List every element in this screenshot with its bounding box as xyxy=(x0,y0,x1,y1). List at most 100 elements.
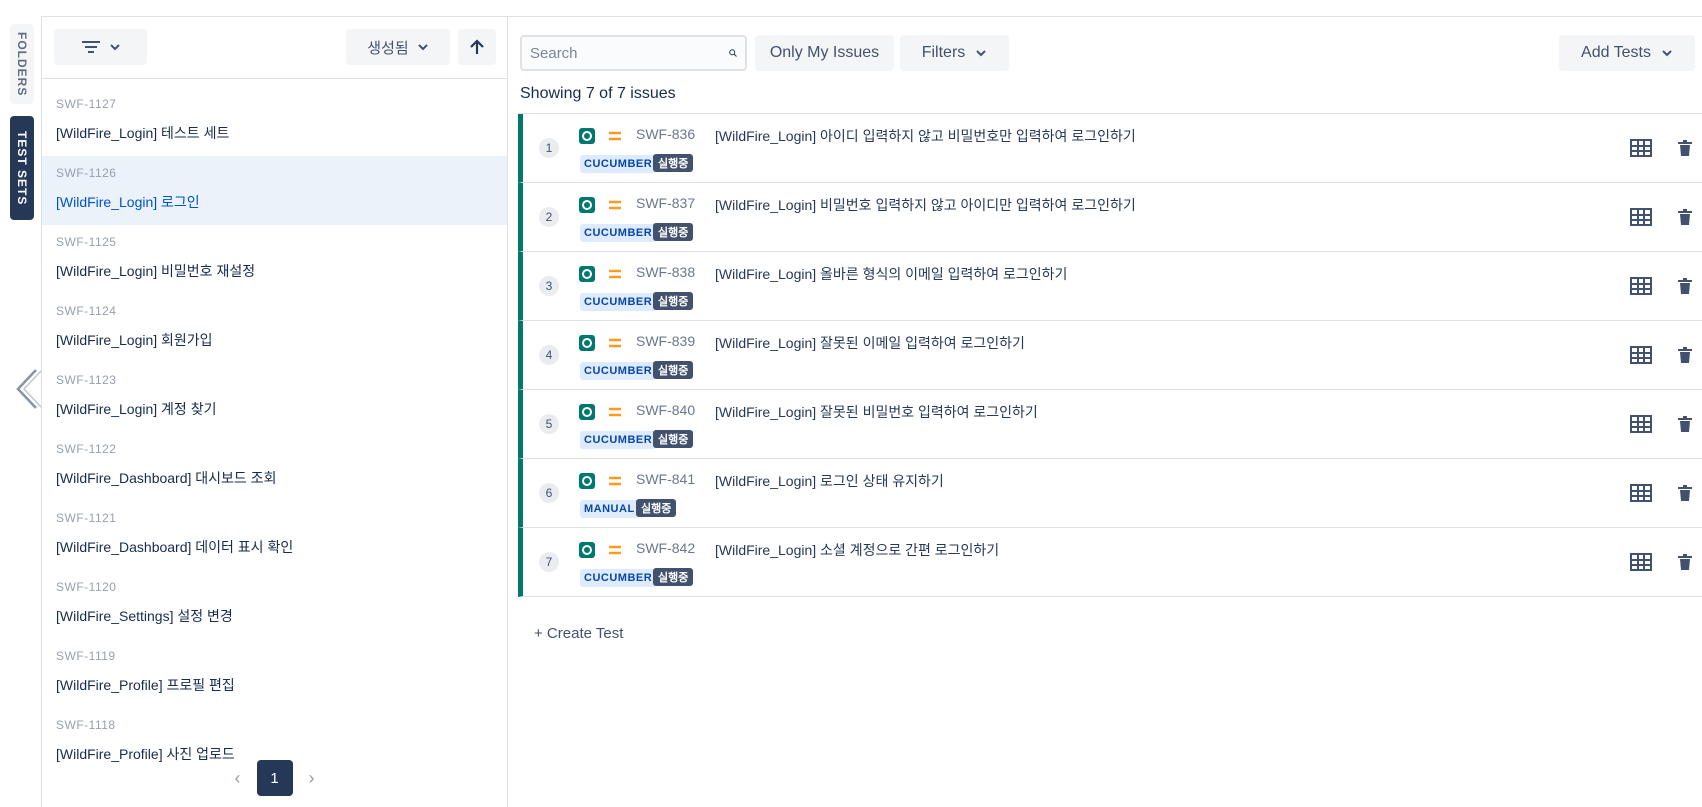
tab-folders[interactable]: FOLDERS xyxy=(10,24,34,104)
test-row[interactable]: 5 SWF-840 [WildFire_Login] 잘못된 비밀번호 입력하여… xyxy=(518,390,1702,459)
table-icon[interactable] xyxy=(1629,205,1653,229)
table-icon[interactable] xyxy=(1629,136,1653,160)
test-set-key: SWF-1119 xyxy=(56,649,116,663)
sort-dropdown[interactable]: 생성됨 xyxy=(346,29,450,65)
test-set-title: [WildFire_Settings] 설정 변경 xyxy=(56,608,233,624)
search-input[interactable] xyxy=(530,44,729,62)
table-icon[interactable] xyxy=(1629,550,1653,574)
side-rail: FOLDERS TEST SETS xyxy=(0,0,44,807)
rank-badge: 2 xyxy=(539,207,559,227)
test-set-item-selected[interactable]: SWF-1126 [WildFire_Login] 로그인 xyxy=(42,156,507,225)
test-set-key: SWF-1123 xyxy=(56,373,117,387)
issue-summary[interactable]: [WildFire_Login] 잘못된 비밀번호 입력하여 로그인하기 xyxy=(715,402,1038,422)
page-button-current[interactable]: 1 xyxy=(256,760,293,796)
prev-page-icon[interactable]: ‹ xyxy=(235,768,241,789)
status-badge: 실행중 xyxy=(653,292,694,310)
issue-key-link[interactable]: SWF-840 xyxy=(636,402,695,418)
table-icon[interactable] xyxy=(1629,412,1653,436)
issue-key-link[interactable]: SWF-838 xyxy=(636,264,695,280)
only-my-issues-button[interactable]: Only My Issues xyxy=(755,35,894,71)
issue-summary[interactable]: [WildFire_Login] 로그인 상태 유지하기 xyxy=(715,471,944,491)
issue-summary[interactable]: [WildFire_Login] 올바른 형식의 이메일 입력하여 로그인하기 xyxy=(715,264,1067,284)
test-set-title: [WildFire_Dashboard] 대시보드 조회 xyxy=(56,470,277,486)
test-row[interactable]: 3 SWF-838 [WildFire_Login] 올바른 형식의 이메일 입… xyxy=(518,252,1702,321)
status-badge: 실행중 xyxy=(653,568,694,586)
issue-summary[interactable]: [WildFire_Login] 아이디 입력하지 않고 비밀번호만 입력하여 … xyxy=(715,126,1136,146)
status-badge: 실행중 xyxy=(653,154,694,172)
status-badge: 실행중 xyxy=(653,223,694,241)
create-test-button[interactable]: + Create Test xyxy=(534,625,623,642)
test-set-item[interactable]: SWF-1120 [WildFire_Settings] 설정 변경 xyxy=(42,570,507,639)
trash-icon[interactable] xyxy=(1673,343,1697,367)
test-set-item[interactable]: SWF-1127 [WildFire_Login] 테스트 세트 xyxy=(42,87,507,156)
priority-medium-icon xyxy=(609,200,621,210)
issue-key-link[interactable]: SWF-839 xyxy=(636,333,695,349)
search-field[interactable] xyxy=(520,35,747,71)
chevron-down-icon xyxy=(109,44,120,51)
table-icon[interactable] xyxy=(1629,343,1653,367)
test-set-title: [WildFire_Login] 회원가입 xyxy=(56,332,213,348)
trash-icon[interactable] xyxy=(1673,550,1697,574)
issue-summary[interactable]: [WildFire_Login] 소셜 계정으로 간편 로그인하기 xyxy=(715,540,999,560)
priority-medium-icon xyxy=(609,131,621,141)
test-row[interactable]: 4 SWF-839 [WildFire_Login] 잘못된 이메일 입력하여 … xyxy=(518,321,1702,390)
test-row[interactable]: 2 SWF-837 [WildFire_Login] 비밀번호 입력하지 않고 … xyxy=(518,183,1702,252)
test-type-icon xyxy=(579,542,595,558)
test-set-key: SWF-1127 xyxy=(56,97,117,111)
status-badge: 실행중 xyxy=(653,361,694,379)
test-row[interactable]: 1 SWF-836 [WildFire_Login] 아이디 입력하지 않고 비… xyxy=(518,114,1702,183)
test-type-badge: CUCUMBER xyxy=(580,293,657,311)
test-row[interactable]: 6 SWF-841 [WildFire_Login] 로그인 상태 유지하기 M… xyxy=(518,459,1702,528)
filters-dropdown[interactable]: Filters xyxy=(900,35,1009,71)
test-type-badge: CUCUMBER xyxy=(580,362,657,380)
test-row[interactable]: 7 SWF-842 [WildFire_Login] 소셜 계정으로 간편 로그… xyxy=(518,528,1702,597)
trash-icon[interactable] xyxy=(1673,136,1697,160)
test-set-key: SWF-1121 xyxy=(56,511,117,525)
test-set-item[interactable]: SWF-1123 [WildFire_Login] 계정 찾기 xyxy=(42,363,507,432)
test-type-icon xyxy=(579,128,595,144)
test-type-badge: CUCUMBER xyxy=(580,431,657,449)
issue-summary[interactable]: [WildFire_Login] 잘못된 이메일 입력하여 로그인하기 xyxy=(715,333,1025,353)
tab-test-sets[interactable]: TEST SETS xyxy=(10,116,34,220)
test-type-badge: CUCUMBER xyxy=(580,569,657,587)
issue-key-link[interactable]: SWF-837 xyxy=(636,195,695,211)
test-set-key: SWF-1124 xyxy=(56,304,117,318)
filter-icon xyxy=(81,41,100,53)
filter-button[interactable] xyxy=(54,29,147,65)
trash-icon[interactable] xyxy=(1673,274,1697,298)
test-set-item[interactable]: SWF-1124 [WildFire_Login] 회원가입 xyxy=(42,294,507,363)
test-type-badge: CUCUMBER xyxy=(580,224,657,242)
add-tests-dropdown[interactable]: Add Tests xyxy=(1559,35,1695,71)
rank-badge: 3 xyxy=(539,276,559,296)
test-set-title: [WildFire_Login] 계정 찾기 xyxy=(56,401,217,417)
test-set-item[interactable]: SWF-1122 [WildFire_Dashboard] 대시보드 조회 xyxy=(42,432,507,501)
test-set-list: SWF-1127 [WildFire_Login] 테스트 세트 SWF-1126… xyxy=(42,87,507,777)
test-type-icon xyxy=(579,473,595,489)
trash-icon[interactable] xyxy=(1673,205,1697,229)
table-icon[interactable] xyxy=(1629,481,1653,505)
trash-icon[interactable] xyxy=(1673,481,1697,505)
test-set-item[interactable]: SWF-1121 [WildFire_Dashboard] 데이터 표시 확인 xyxy=(42,501,507,570)
test-type-icon xyxy=(579,404,595,420)
rank-badge: 5 xyxy=(539,414,559,434)
issue-key-link[interactable]: SWF-842 xyxy=(636,540,695,556)
trash-icon[interactable] xyxy=(1673,412,1697,436)
search-icon[interactable] xyxy=(729,45,737,61)
issue-key-link[interactable]: SWF-841 xyxy=(636,471,695,487)
chevron-left-icon[interactable] xyxy=(14,366,44,412)
rank-badge: 4 xyxy=(539,345,559,365)
rank-badge: 7 xyxy=(539,552,559,572)
table-icon[interactable] xyxy=(1629,274,1653,298)
test-set-toolbar: 생성됨 xyxy=(42,17,507,79)
test-set-item[interactable]: SWF-1125 [WildFire_Login] 비밀번호 재설정 xyxy=(42,225,507,294)
issue-summary[interactable]: [WildFire_Login] 비밀번호 입력하지 않고 아이디만 입력하여 … xyxy=(715,195,1136,215)
next-page-icon[interactable]: › xyxy=(309,768,315,789)
test-type-icon xyxy=(579,266,595,282)
issue-key-link[interactable]: SWF-836 xyxy=(636,126,695,142)
tab-folders-label: FOLDERS xyxy=(15,31,29,97)
rank-badge: 1 xyxy=(539,138,559,158)
issue-count: Showing 7 of 7 issues xyxy=(520,85,676,102)
priority-medium-icon xyxy=(609,476,621,486)
test-set-item[interactable]: SWF-1119 [WildFire_Profile] 프로필 편집 xyxy=(42,639,507,708)
sort-direction-button[interactable] xyxy=(458,29,496,65)
